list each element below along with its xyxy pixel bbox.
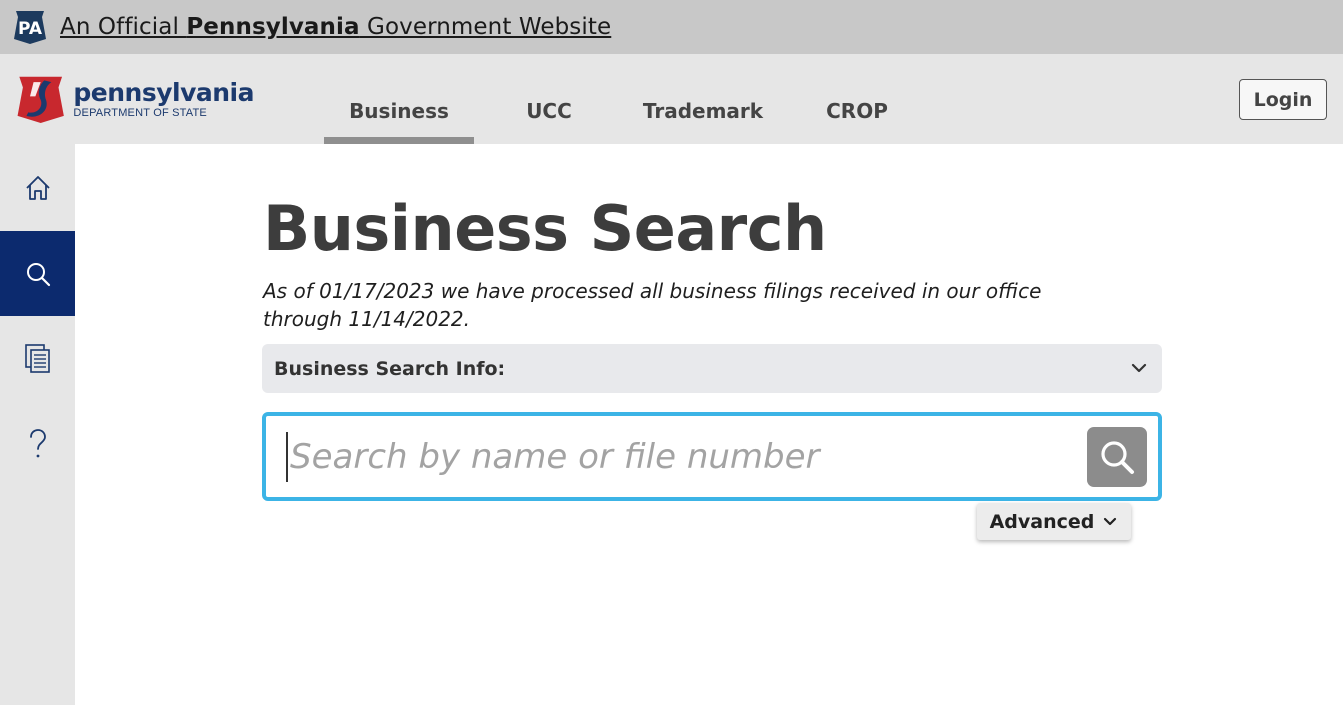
page-title: Business Search (263, 192, 827, 265)
processing-notice: As of 01/17/2023 we have processed all b… (263, 279, 1042, 331)
documents-icon (24, 343, 50, 373)
logo-name: pennsylvania (73, 77, 254, 107)
business-search-info-label: Business Search Info: (274, 357, 506, 380)
tab-trademark[interactable]: Trademark (624, 54, 782, 144)
login-button[interactable]: Login (1239, 79, 1327, 120)
sidebar-item-documents[interactable] (0, 316, 75, 401)
official-banner: PA An Official Pennsylvania Government W… (0, 0, 1343, 54)
search-box (262, 412, 1162, 501)
advanced-label: Advanced (989, 510, 1095, 533)
chevron-down-icon (1131, 363, 1147, 373)
banner-state: Pennsylvania (186, 14, 360, 40)
site-header: pennsylvania DEPARTMENT OF STATE Busines… (0, 54, 1343, 144)
tab-business[interactable]: Business (324, 54, 474, 144)
search-input[interactable] (286, 432, 1076, 482)
search-icon (1101, 441, 1134, 474)
dos-logo[interactable]: pennsylvania DEPARTMENT OF STATE (14, 70, 254, 128)
main-nav: Business UCC Trademark CROP (324, 54, 932, 144)
chevron-down-icon (1104, 517, 1117, 525)
home-icon (25, 175, 50, 200)
search-icon (26, 262, 50, 286)
sidebar-item-home[interactable] (0, 144, 75, 231)
pa-keystone-icon: PA (12, 9, 48, 45)
banner-suffix: Government Website (359, 14, 612, 40)
help-icon (29, 428, 46, 457)
tab-ucc[interactable]: UCC (474, 54, 624, 144)
svg-text:PA: PA (18, 19, 43, 39)
sidebar (0, 144, 75, 705)
banner-prefix: An Official (60, 14, 187, 40)
business-search-info-accordion[interactable]: Business Search Info: (262, 344, 1162, 393)
logo-department: DEPARTMENT OF STATE (73, 106, 207, 119)
sidebar-item-help[interactable] (0, 401, 75, 486)
sidebar-item-search[interactable] (0, 231, 75, 316)
keystone-logo-icon (17, 76, 64, 124)
official-website-link[interactable]: An Official Pennsylvania Government Webs… (60, 14, 611, 40)
tab-crop[interactable]: CROP (782, 54, 932, 144)
search-button[interactable] (1087, 427, 1147, 487)
advanced-search-button[interactable]: Advanced (977, 503, 1131, 540)
